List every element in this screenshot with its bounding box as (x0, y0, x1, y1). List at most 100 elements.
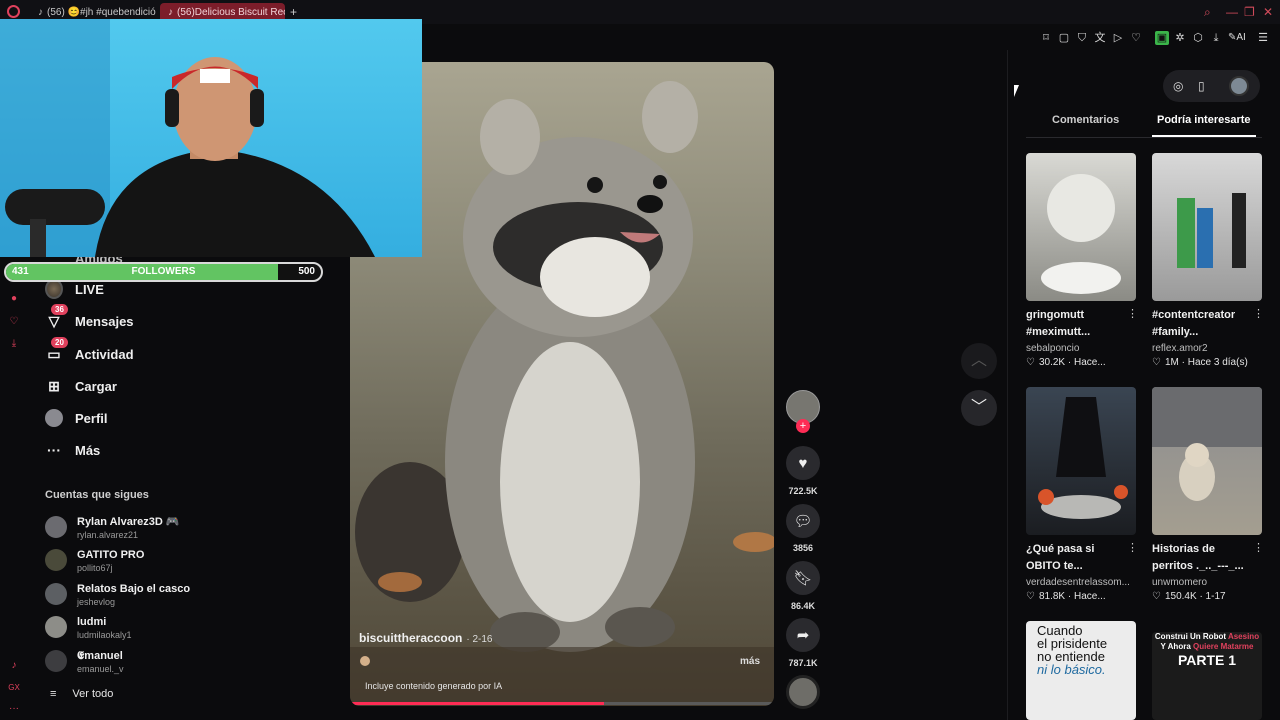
rail-gx-icon[interactable]: GX (7, 681, 21, 695)
ai-button[interactable]: ✎AI (1228, 32, 1246, 43)
sidebar-item-profile[interactable]: Perfil (45, 406, 108, 430)
like-button[interactable]: ♥ (786, 446, 820, 480)
sidebar-item-upload[interactable]: ⊞ Cargar (45, 374, 117, 398)
rail-download-icon[interactable]: ⤓ (7, 337, 21, 351)
card-more-icon[interactable]: ⋮ (1253, 307, 1264, 320)
video-author[interactable]: biscuittheraccoon (359, 631, 462, 645)
extension-green-icon[interactable]: ▣ (1155, 31, 1169, 45)
sidebar-item-more[interactable]: ··· Más (45, 438, 100, 462)
tab-you-may-like[interactable]: Podría interesarte (1157, 114, 1251, 126)
opera-logo-icon[interactable] (7, 5, 20, 18)
share-button[interactable]: ➦ (786, 618, 820, 652)
video-progress-track[interactable] (350, 702, 774, 705)
list-icon: ≡ (50, 688, 57, 700)
following-username: pollito67j (77, 563, 113, 573)
card-stats-text: 1M · Hace 3 día(s) (1164, 357, 1248, 368)
more-text-button[interactable]: más (740, 656, 760, 667)
sidebar-item-messages[interactable]: ▽ 36 Mensajes (45, 304, 134, 333)
card-title[interactable]: gringomutt #meximutt... (1026, 307, 1130, 341)
tab-comments[interactable]: Comentarios (1052, 114, 1119, 126)
rail-tiktok-icon[interactable]: ♪ (7, 659, 21, 673)
rail-more-icon[interactable]: ··· (7, 702, 21, 716)
following-item[interactable]: Relatos Bajo el casco jeshevlog (45, 583, 190, 608)
sidebar-item-label: Perfil (75, 410, 108, 426)
card-author[interactable]: sebalponcio (1026, 343, 1079, 354)
following-username: jeshevlog (77, 597, 116, 607)
ai-label: AI (1236, 32, 1246, 43)
menu-icon[interactable]: ☰ (1256, 31, 1270, 45)
card-author[interactable]: unwmomero (1152, 577, 1207, 588)
card-title[interactable]: ¿Qué pasa si OBITO te... (1026, 541, 1130, 575)
video-thumbnail[interactable] (1026, 387, 1136, 535)
user-avatar[interactable] (1229, 76, 1249, 96)
following-name: ludmi (77, 616, 107, 628)
video-author-row: biscuittheraccoon · 2-16 (359, 631, 492, 645)
following-item[interactable]: GATITO PRO pollito67j (45, 549, 144, 574)
previous-video-button[interactable]: ︿ (961, 343, 997, 379)
follower-goal-bar: 431 FOLLOWERS 500 (4, 262, 323, 282)
translate-icon[interactable]: 文 (1093, 31, 1107, 45)
card-stats-text: 150.4K · 1-17 (1164, 591, 1226, 602)
avatar (45, 616, 67, 638)
search-icon[interactable]: ⌕ (1204, 5, 1211, 20)
thumb-text: Quiere Matarme (1193, 642, 1254, 651)
video-thumbnail[interactable] (1152, 387, 1262, 535)
shield-icon[interactable]: ⛉ (1075, 31, 1089, 45)
close-icon[interactable]: ✕ (1263, 5, 1273, 19)
video-thumbnail[interactable]: Construi Un Robot Asesino Y Ahora Quiere… (1152, 632, 1262, 720)
tiktok-icon: ♪ (38, 7, 43, 18)
tiktok-icon: ♪ (168, 7, 173, 18)
see-all-link[interactable]: ≡ Ver todo (50, 688, 113, 700)
follower-goal-label: FOLLOWERS (131, 266, 196, 277)
card-title-line: gringomutt (1026, 309, 1085, 321)
following-item[interactable]: 𝕰manuel emanuel._v (45, 650, 124, 675)
card-stats: ♡ 1M · Hace 3 día(s) (1152, 357, 1248, 368)
sidebar-item-label: Más (75, 442, 101, 458)
card-author[interactable]: verdadesentrelassom... (1026, 577, 1130, 588)
messages-badge: 36 (51, 304, 68, 315)
video-thumbnail[interactable]: Cuando el prisidente no entiende ni lo b… (1026, 621, 1136, 720)
compass-icon[interactable]: ◎ (1173, 79, 1183, 93)
play-icon[interactable]: ▷ (1111, 31, 1125, 45)
maximize-icon[interactable]: ❐ (1244, 5, 1255, 19)
sidebar-item-activity[interactable]: ▭ 20 Actividad (45, 337, 134, 366)
save-count: 86.4K (790, 601, 816, 611)
new-tab-button[interactable]: + (290, 5, 297, 19)
sidebar-item-label: Cargar (75, 378, 117, 394)
card-more-icon[interactable]: ⋮ (1127, 307, 1138, 320)
activity-icon: ▭ 20 (45, 337, 68, 363)
heart-icon[interactable]: ♡ (1129, 31, 1143, 45)
follow-plus-icon[interactable]: + (796, 419, 810, 433)
save-button[interactable]: 🔖︎ (786, 561, 820, 595)
card-title[interactable]: #contentcreator #family... (1152, 307, 1256, 341)
live-avatar-icon (45, 279, 63, 299)
following-username: ludmilaokaly1 (77, 630, 132, 640)
phone-icon[interactable]: ▯ (1198, 79, 1205, 93)
rail-heart-icon[interactable]: ♡ (7, 315, 21, 329)
comment-button[interactable]: 💬︎ (786, 504, 820, 538)
following-name: Relatos Bajo el casco (77, 583, 191, 595)
download-icon[interactable]: ⤓ (1209, 31, 1223, 45)
following-heading: Cuentas que sigues (45, 489, 149, 501)
next-video-button[interactable]: ﹀ (961, 390, 997, 426)
rail-record-icon[interactable]: ● (7, 292, 21, 306)
card-title-line: #family... (1152, 326, 1199, 338)
cube-icon[interactable]: ⬡ (1191, 31, 1205, 45)
activity-badge: 20 (51, 337, 68, 348)
thumb-text: Construi Un Robot (1154, 632, 1227, 641)
following-item[interactable]: ludmi ludmilaokaly1 (45, 616, 132, 641)
snapshot-icon[interactable]: ▢ (1057, 31, 1071, 45)
video-thumbnail[interactable] (1026, 153, 1136, 301)
following-item[interactable]: Rylan Alvarez3D 🎮 rylan.alvarez21 (45, 516, 180, 541)
sound-disc[interactable] (786, 675, 820, 709)
card-title[interactable]: Historias de perritos ._.._---_... (1152, 541, 1256, 575)
card-more-icon[interactable]: ⋮ (1127, 541, 1138, 554)
sidebar-item-label: Actividad (75, 346, 134, 362)
card-author[interactable]: reflex.amor2 (1152, 343, 1208, 354)
card-more-icon[interactable]: ⋮ (1253, 541, 1264, 554)
video-thumbnail[interactable] (1152, 153, 1262, 301)
puzzle-icon[interactable]: ✲ (1173, 31, 1187, 45)
bookmark-icon[interactable]: ⌑ (1039, 31, 1053, 45)
minimize-icon[interactable]: — (1226, 5, 1238, 19)
tab-divider (1026, 137, 1262, 138)
